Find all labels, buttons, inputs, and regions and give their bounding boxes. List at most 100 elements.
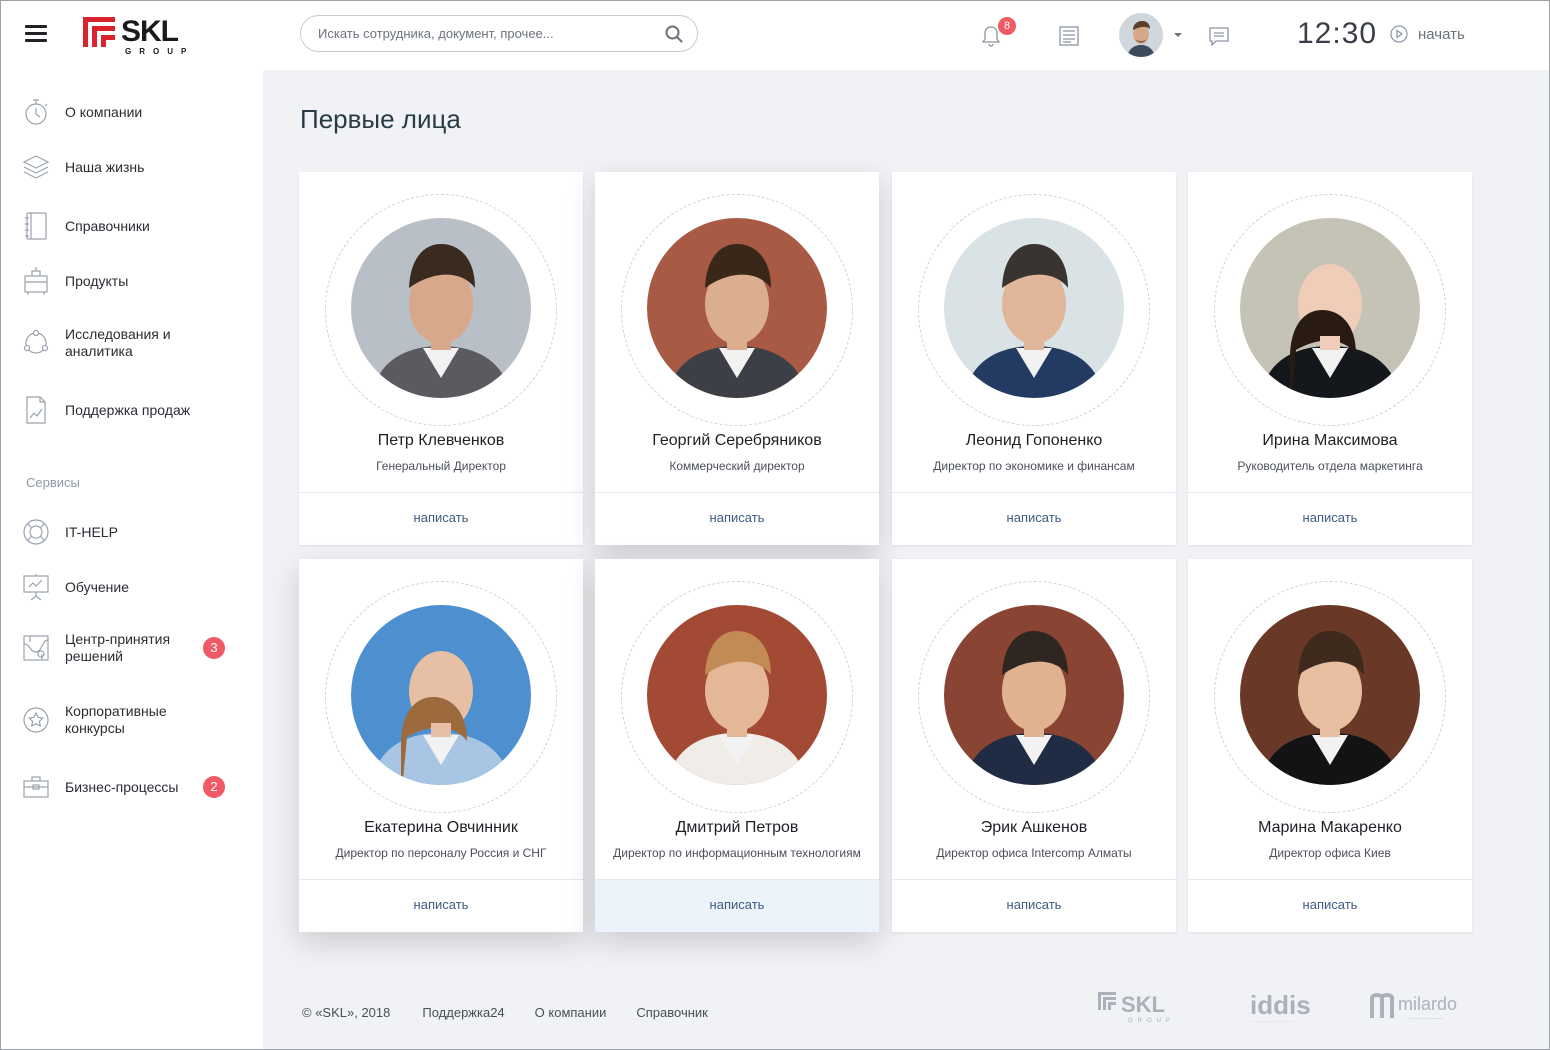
person-card: Екатерина Овчинник Директор по персоналу… bbox=[299, 559, 583, 932]
person-photo[interactable] bbox=[647, 218, 827, 398]
notifications-count: 8 bbox=[998, 17, 1016, 35]
svg-text:GROUP: GROUP bbox=[1128, 1018, 1175, 1024]
person-name: Леонид Гопоненко bbox=[965, 432, 1103, 449]
person-role: Директор по информационным технологиям bbox=[613, 846, 861, 860]
clock-time: 12:30 bbox=[1297, 17, 1378, 50]
footer-link-support[interactable]: Поддержка24 bbox=[422, 1005, 504, 1020]
person-photo[interactable] bbox=[1240, 218, 1420, 398]
person-photo[interactable] bbox=[647, 605, 827, 785]
person-photo[interactable] bbox=[944, 218, 1124, 398]
logo-sub: GROUP bbox=[125, 47, 195, 56]
lifebuoy-icon bbox=[21, 517, 51, 547]
sidebar-item-it-help[interactable]: IT-HELP bbox=[21, 517, 251, 547]
timer-icon bbox=[21, 97, 51, 127]
copyright: © «SKL», 2018 bbox=[302, 1005, 391, 1020]
search-input[interactable] bbox=[318, 16, 658, 51]
iddis-logo[interactable]: iddis ..................................… bbox=[1248, 988, 1312, 1024]
svg-text:iddis: iddis bbox=[1250, 990, 1311, 1020]
footer: © «SKL», 2018 Поддержка24 О компании Спр… bbox=[302, 1005, 738, 1020]
start-timer-button[interactable]: начать bbox=[1390, 25, 1465, 43]
sidebar-item-contests[interactable]: Корпоративные конкурсы bbox=[21, 703, 251, 737]
search-icon[interactable] bbox=[665, 25, 683, 43]
person-card: Марина Макаренко Директор офиса Киев нап… bbox=[1188, 559, 1472, 932]
footer-link-about[interactable]: О компании bbox=[535, 1005, 607, 1020]
sidebar-item-learning[interactable]: Обучение bbox=[21, 572, 251, 602]
person-role: Директор офиса Киев bbox=[1269, 846, 1391, 860]
logo-word: SKL bbox=[121, 15, 179, 48]
news-icon[interactable] bbox=[1059, 26, 1079, 46]
person-name: Эрик Ашкенов bbox=[980, 819, 1088, 836]
sidebar-item-decision-center[interactable]: Центр-принятия решений 3 bbox=[21, 631, 251, 665]
person-role: Директор по экономике и финансам bbox=[933, 459, 1135, 473]
company-logo[interactable]: SKL GROUP bbox=[83, 15, 203, 59]
sidebar-item-our-life[interactable]: Наша жизнь bbox=[21, 152, 251, 182]
person-name: Екатерина Овчинник bbox=[364, 819, 518, 836]
person-name: Ирина Максимова bbox=[1262, 432, 1398, 449]
person-photo[interactable] bbox=[1240, 605, 1420, 785]
person-name: Петр Клевченков bbox=[377, 432, 505, 449]
sidebar-item-label: Продукты bbox=[65, 272, 129, 289]
sidebar-item-sales-support[interactable]: Поддержка продаж bbox=[21, 395, 251, 425]
person-role: Генеральный Директор bbox=[376, 459, 506, 473]
product-icon bbox=[21, 266, 51, 296]
svg-text:SKL: SKL bbox=[1121, 992, 1165, 1017]
notebook-icon bbox=[21, 211, 51, 241]
write-button[interactable]: написать bbox=[595, 492, 879, 545]
milardo-logo[interactable]: milardo ................. bbox=[1370, 988, 1474, 1024]
write-button[interactable]: написать bbox=[892, 879, 1176, 932]
person-card: Эрик Ашкенов Директор офиса Intercomp Ал… bbox=[892, 559, 1176, 932]
sidebar-item-label: Обучение bbox=[65, 578, 130, 595]
notifications-bell[interactable]: 8 bbox=[981, 17, 1016, 47]
write-button[interactable]: написать bbox=[299, 492, 583, 545]
menu-burger-icon[interactable] bbox=[25, 25, 47, 43]
cycle-icon bbox=[21, 328, 51, 358]
start-label: начать bbox=[1418, 25, 1465, 43]
search-box bbox=[300, 15, 698, 52]
chevron-down-icon[interactable] bbox=[1173, 31, 1183, 39]
person-card: Дмитрий Петров Директор по информационны… bbox=[595, 559, 879, 932]
person-role: Директор по персоналу Россия и СНГ bbox=[335, 846, 547, 860]
sidebar-item-label: Наша жизнь bbox=[65, 158, 145, 175]
map-icon bbox=[21, 633, 51, 663]
sidebar-item-label: Центр-принятия решений bbox=[65, 631, 171, 664]
star-icon bbox=[21, 705, 51, 735]
layers-icon bbox=[21, 152, 51, 182]
sidebar-item-label: IT-HELP bbox=[65, 523, 118, 540]
footer-link-directory[interactable]: Справочник bbox=[636, 1005, 708, 1020]
svg-text:.................: ................. bbox=[1410, 1014, 1443, 1021]
sidebar-item-research[interactable]: Исследования и аналитика bbox=[21, 326, 251, 360]
svg-text:..............................: ........................................ bbox=[1250, 1018, 1294, 1023]
person-card: Петр Клевченков Генеральный Директор нап… bbox=[299, 172, 583, 545]
sidebar-item-label: О компании bbox=[65, 103, 143, 120]
write-button[interactable]: написать bbox=[1188, 879, 1472, 932]
sidebar-item-products[interactable]: Продукты bbox=[21, 266, 251, 296]
avatar-photo bbox=[1119, 13, 1163, 57]
person-photo[interactable] bbox=[351, 605, 531, 785]
person-photo[interactable] bbox=[351, 218, 531, 398]
person-card: Георгий Серебряников Коммерческий директ… bbox=[595, 172, 879, 545]
person-card: Леонид Гопоненко Директор по экономике и… bbox=[892, 172, 1176, 545]
person-name: Георгий Серебряников bbox=[652, 432, 822, 449]
chat-icon[interactable] bbox=[1208, 26, 1230, 46]
write-button[interactable]: написать bbox=[1188, 492, 1472, 545]
chart-doc-icon bbox=[21, 395, 51, 425]
user-avatar[interactable] bbox=[1119, 13, 1163, 57]
person-photo[interactable] bbox=[944, 605, 1124, 785]
sidebar: SKL GROUP О компании Наша жизнь Справочн… bbox=[1, 1, 263, 1049]
sidebar-item-business-processes[interactable]: Бизнес-процессы 2 bbox=[21, 772, 251, 802]
write-button[interactable]: написать bbox=[892, 492, 1176, 545]
write-button[interactable]: написать bbox=[299, 879, 583, 932]
person-role: Директор офиса Intercomp Алматы bbox=[936, 846, 1132, 860]
person-name: Дмитрий Петров bbox=[675, 819, 799, 836]
write-button[interactable]: написать bbox=[595, 879, 879, 932]
sidebar-item-about[interactable]: О компании bbox=[21, 97, 251, 127]
services-heading: Сервисы bbox=[26, 475, 80, 490]
page-title: Первые лица bbox=[300, 104, 461, 134]
person-name: Марина Макаренко bbox=[1258, 819, 1402, 836]
skl-footer-logo[interactable]: SKL GROUP bbox=[1098, 988, 1180, 1024]
person-role: Коммерческий директор bbox=[669, 459, 805, 473]
sidebar-item-label: Бизнес-процессы bbox=[65, 778, 179, 795]
notification-badge: 3 bbox=[203, 637, 225, 659]
sidebar-item-directories[interactable]: Справочники bbox=[21, 211, 251, 241]
sidebar-item-label: Исследования и аналитика bbox=[65, 326, 171, 359]
